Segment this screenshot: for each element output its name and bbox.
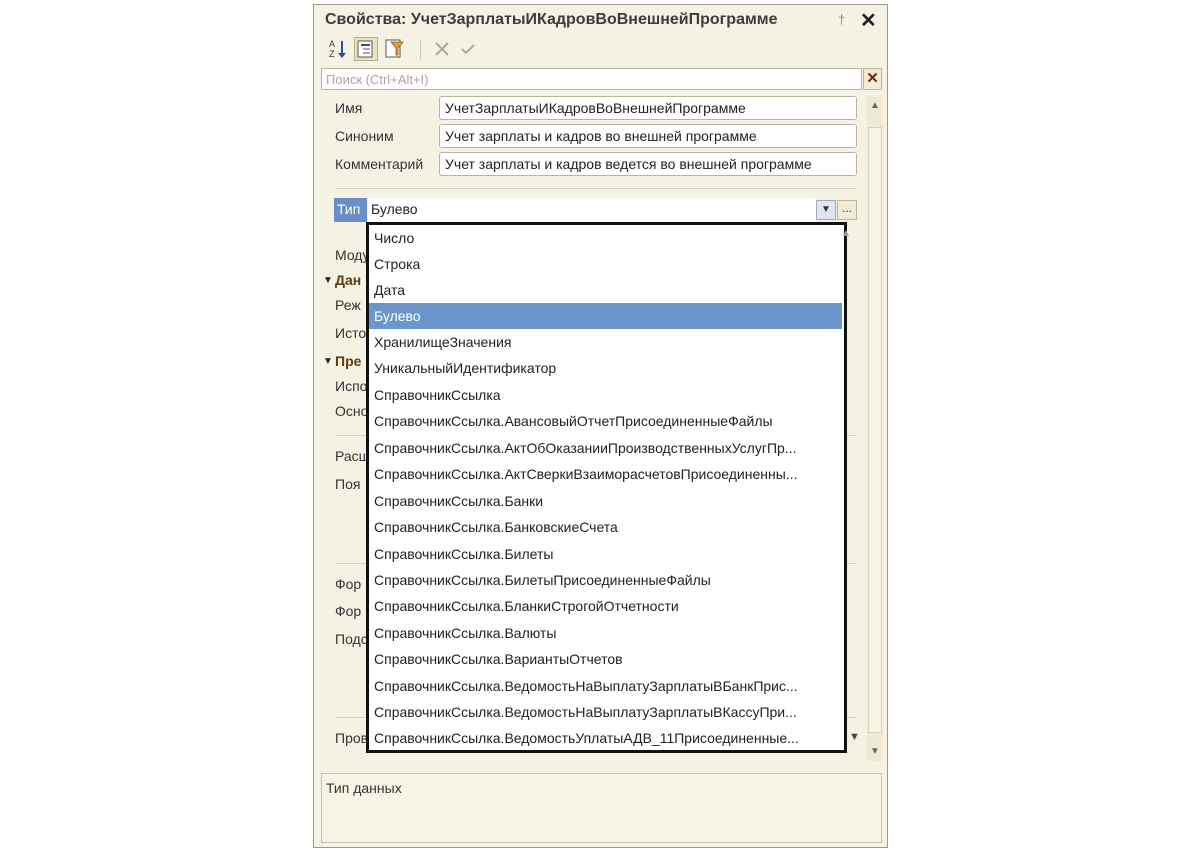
dropdown-item[interactable]: СправочникСсылка.ВариантыОтчетов — [369, 646, 842, 672]
sort-az-icon: A Z — [329, 39, 346, 59]
group-header-presentation[interactable]: Пре — [335, 353, 361, 369]
separator — [335, 188, 857, 189]
dropdown-item[interactable]: Дата — [369, 277, 842, 303]
synonym-field[interactable]: Учет зарплаты и кадров во внешней програ… — [439, 124, 857, 148]
scroll-thumb[interactable] — [868, 127, 882, 733]
property-row-label: Фор — [335, 576, 362, 592]
dropdown-item[interactable]: СправочникСсылка.АктСверкиВзаиморасчетов… — [369, 461, 842, 487]
property-row-label: Пров — [335, 730, 369, 746]
dropdown-item[interactable]: СправочникСсылка.АктОбОказанииПроизводст… — [369, 435, 842, 461]
property-row-label: Исто — [335, 325, 367, 341]
dropdown-item[interactable]: СправочникСсылка.ВедомостьНаВыплатуЗарпл… — [369, 699, 842, 725]
svg-text:A: A — [329, 39, 335, 49]
property-row-label: Расш — [335, 448, 370, 464]
search-input[interactable]: Поиск (Ctrl+Alt+I) — [321, 68, 862, 90]
filter-icon — [385, 39, 404, 58]
dropdown-item[interactable]: СправочникСсылка.БанковскиеСчета — [369, 514, 842, 540]
property-row-label: Подс — [335, 631, 368, 647]
collapse-triangle-icon[interactable]: ▼ — [323, 356, 333, 367]
toolbar: A Z — [320, 37, 880, 63]
dropdown-item[interactable]: СправочникСсылка.ВедомостьНаВыплатуЗарпл… — [369, 673, 842, 699]
cancel-icon — [435, 42, 449, 56]
name-label: Имя — [335, 100, 363, 116]
dropdown-item[interactable]: СправочникСсылка — [369, 382, 842, 408]
comment-label: Комментарий — [335, 156, 424, 172]
filter-button[interactable] — [382, 37, 406, 61]
synonym-label: Синоним — [335, 128, 394, 144]
panel-title: Свойства: УчетЗарплатыИКадровВоВнешнейПр… — [325, 11, 778, 28]
close-icon[interactable]: ✕ — [860, 8, 877, 33]
sort-az-button[interactable]: A Z — [326, 37, 350, 61]
dropdown-item[interactable]: Число — [369, 225, 842, 251]
type-label: Тип — [334, 198, 367, 222]
dropdown-item[interactable]: СправочникСсылка.ВедомостьУплатыАДВ_11Пр… — [369, 725, 842, 750]
dropdown-item[interactable]: Строка — [369, 251, 842, 277]
scroll-up-icon[interactable]: ▲ — [867, 97, 883, 115]
property-row-label: Моду — [335, 247, 370, 263]
search-placeholder: Поиск (Ctrl+Alt+I) — [326, 72, 429, 87]
property-row-label: Реж — [335, 297, 361, 313]
ellipsis-icon: ... — [841, 201, 852, 215]
categories-button[interactable] — [354, 37, 378, 61]
name-field[interactable]: УчетЗарплатыИКадровВоВнешнейПрограмме — [439, 96, 857, 120]
property-row-label: Осно — [335, 403, 369, 419]
search-clear-button[interactable]: ✕ — [863, 68, 882, 90]
chevron-down-icon: ▼ — [821, 204, 831, 215]
group-header-data[interactable]: Дан — [335, 272, 361, 288]
property-row-label: Поя — [335, 476, 361, 492]
dropdown-item-selected[interactable]: Булево — [369, 303, 842, 329]
type-dropdown-button[interactable]: ▼ — [816, 200, 836, 220]
property-row-label: Испо — [335, 378, 368, 394]
clear-icon: ✕ — [866, 70, 879, 87]
collapse-triangle-icon[interactable]: ▼ — [323, 275, 333, 286]
comment-field[interactable]: Учет зарплаты и кадров ведется во внешне… — [439, 152, 857, 176]
pin-icon[interactable]: † — [838, 12, 848, 28]
property-row-label: Фор — [335, 603, 362, 619]
dropdown-item[interactable]: СправочникСсылка.БланкиСтрогойОтчетности — [369, 593, 842, 619]
dropdown-scroll-down-icon[interactable]: ▼ — [849, 731, 860, 743]
dropdown-item[interactable]: СправочникСсылка.Валюты — [369, 620, 842, 646]
dropdown-item[interactable]: СправочникСсылка.Банки — [369, 488, 842, 514]
cancel-button[interactable] — [430, 37, 454, 61]
dropdown-item[interactable]: ХранилищеЗначения — [369, 329, 842, 355]
title-bar: Свойства: УчетЗарплатыИКадровВоВнешнейПр… — [314, 5, 887, 35]
categories-icon — [357, 40, 373, 58]
confirm-button[interactable] — [456, 37, 480, 61]
type-select-button[interactable]: ... — [837, 200, 857, 220]
toolbar-separator — [420, 40, 421, 60]
dropdown-scroll-up-icon[interactable]: ▲ — [841, 228, 851, 239]
description-text: Тип данных — [326, 780, 402, 796]
confirm-icon — [461, 44, 475, 55]
dropdown-item[interactable]: СправочникСсылка.БилетыПрисоединенныеФай… — [369, 567, 842, 593]
description-area: Тип данных — [321, 773, 882, 843]
properties-scrollbar[interactable]: ▲ ▼ — [867, 97, 883, 761]
dropdown-item[interactable]: СправочникСсылка.АвансовыйОтчетПрисоедин… — [369, 408, 842, 434]
dropdown-item[interactable]: УникальныйИдентификатор — [369, 355, 842, 381]
dropdown-item[interactable]: СправочникСсылка.Билеты — [369, 541, 842, 567]
type-dropdown-list[interactable]: Число Строка Дата Булево ХранилищеЗначен… — [366, 222, 847, 753]
scroll-down-icon[interactable]: ▼ — [867, 743, 883, 761]
type-field[interactable]: Булево — [368, 198, 816, 222]
svg-text:Z: Z — [329, 49, 335, 59]
